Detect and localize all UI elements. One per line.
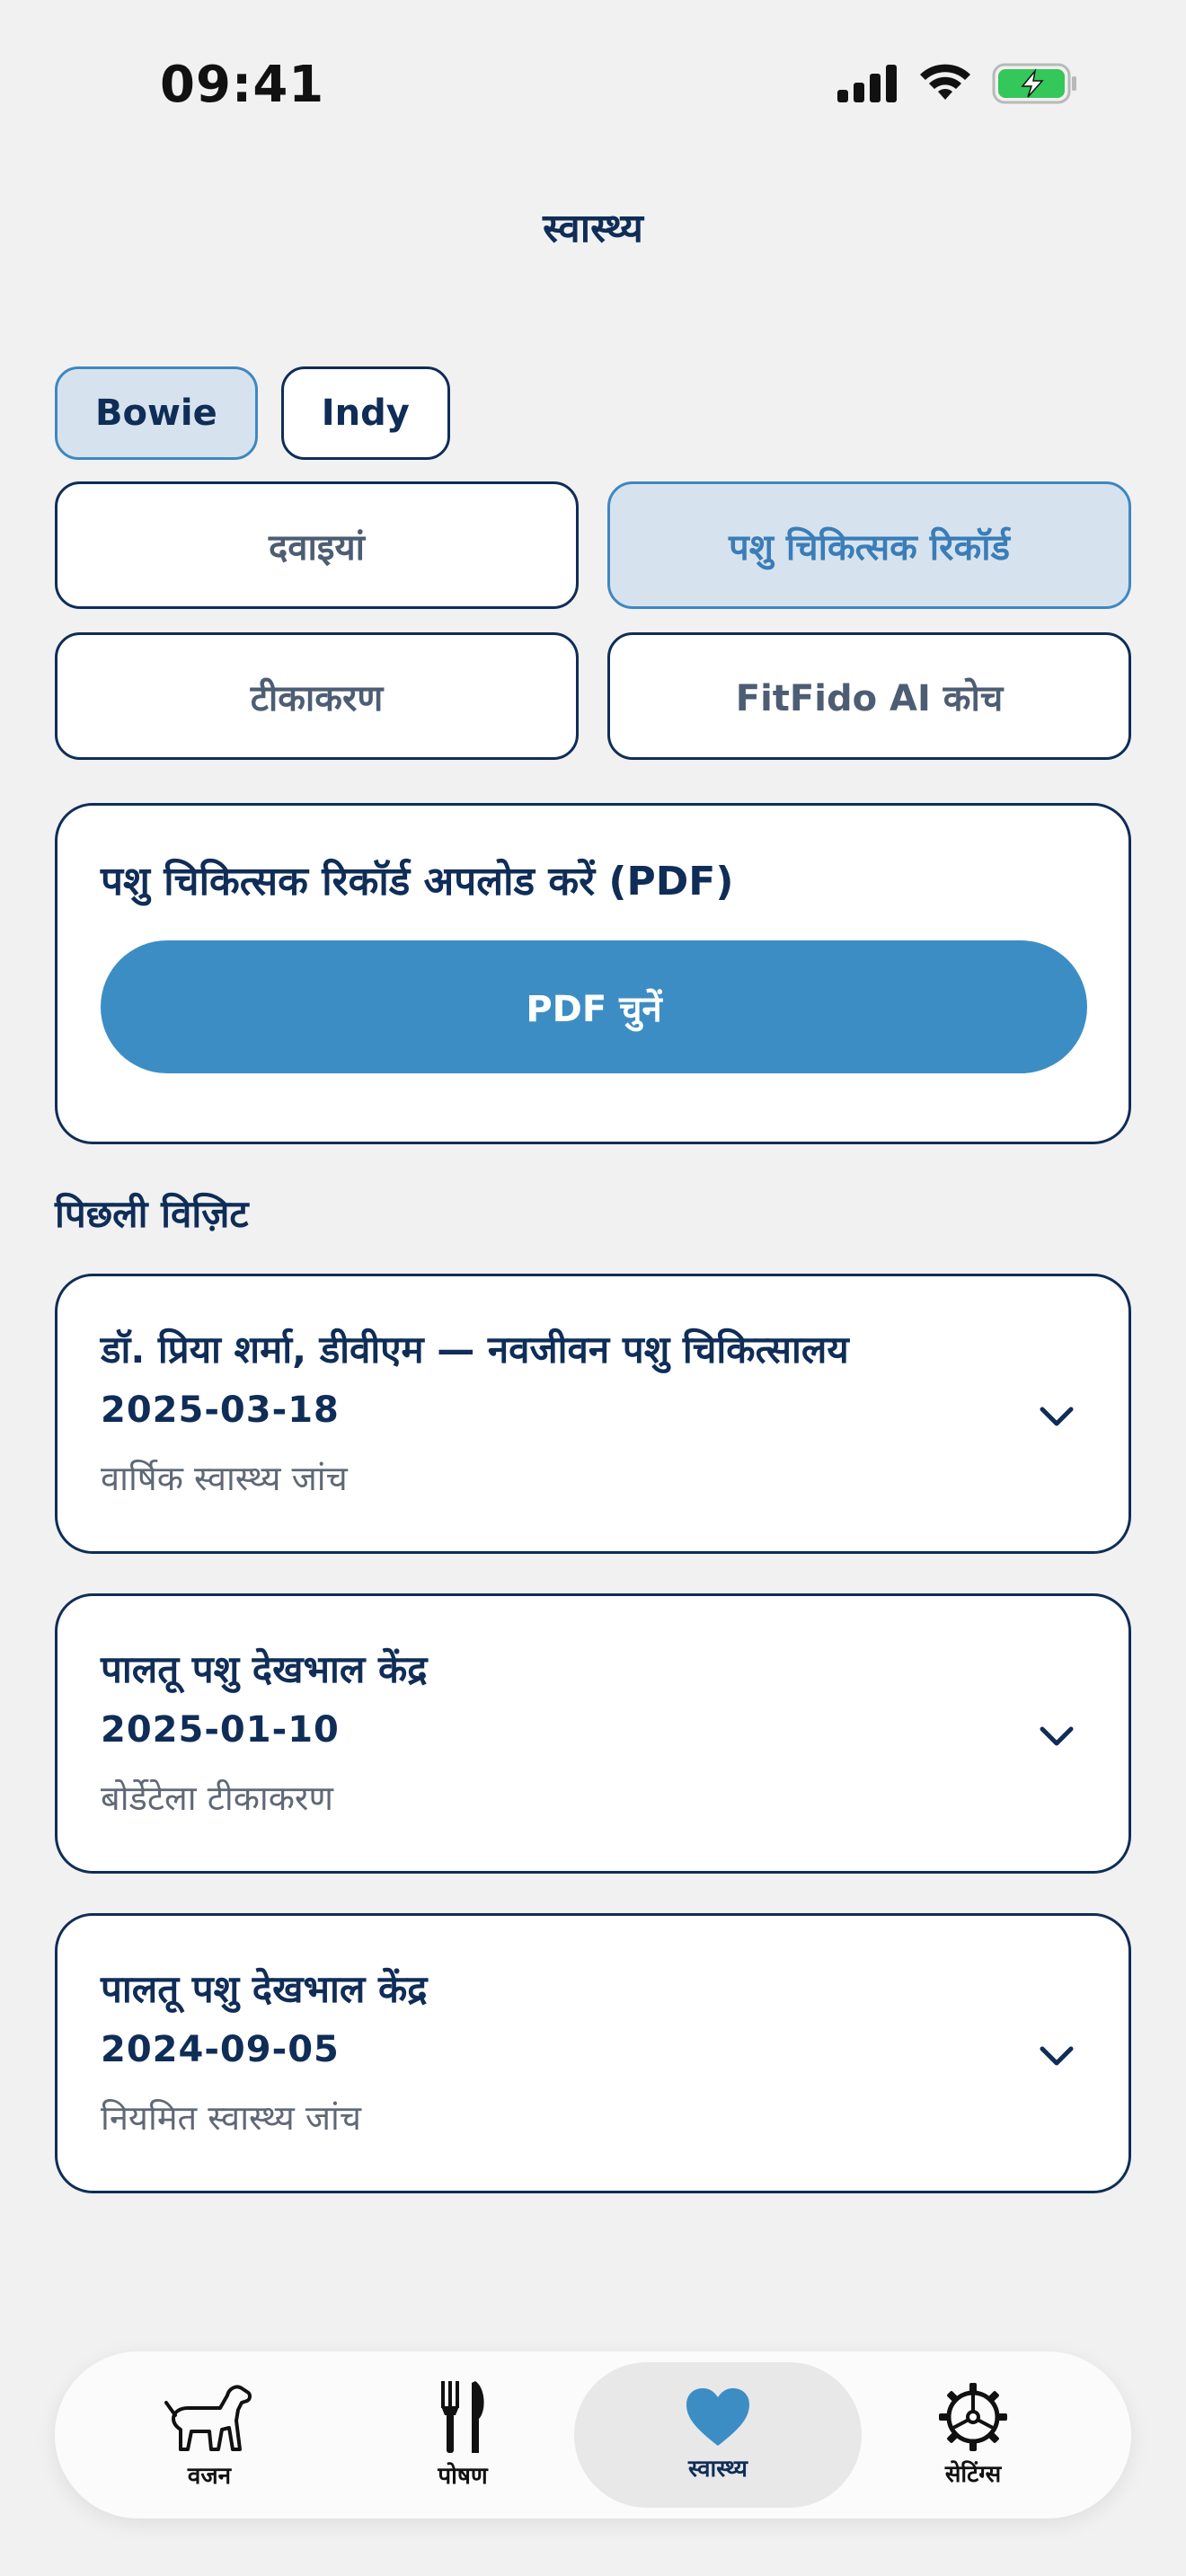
- segment-vet-records[interactable]: पशु चिकित्सक रिकॉर्ड: [607, 481, 1131, 609]
- tab-label: सेटिंग्स: [944, 2461, 1002, 2488]
- tab-nutrition[interactable]: पोषण: [319, 2362, 606, 2508]
- choose-pdf-button[interactable]: PDF चुनें: [101, 940, 1087, 1073]
- visit-description: बोर्डेटेला टीकाकरण: [101, 1778, 333, 1818]
- previous-visits-title: पिछली विज़िट: [55, 1192, 249, 1236]
- segment-medications[interactable]: दवाइयां: [55, 481, 579, 609]
- gear-icon: [939, 2383, 1007, 2451]
- wifi-icon: [920, 64, 970, 100]
- bottom-tab-bar: वजन पोषण स्वास्थ्य सेटिंग्स: [55, 2351, 1131, 2519]
- visit-description: नियमित स्वास्थ्य जांच: [101, 2098, 362, 2138]
- visit-clinic-name: पालतू पशु देखभाल केंद्र: [101, 1967, 428, 2011]
- battery-charging-icon: [992, 63, 1076, 104]
- page-title: स्वास्थ्य: [543, 206, 643, 251]
- tab-settings[interactable]: सेटिंग्स: [829, 2362, 1117, 2508]
- segment-ai-coach[interactable]: FitFido AI कोच: [607, 632, 1131, 760]
- tab-label: वजन: [187, 2463, 232, 2490]
- segment-vaccinations[interactable]: टीकाकरण: [55, 632, 579, 760]
- visit-date: 2025-01-10: [101, 1709, 340, 1751]
- visit-date: 2025-03-18: [101, 1389, 340, 1431]
- chevron-down-icon[interactable]: [1037, 2036, 1076, 2076]
- visit-clinic-name: डॉ. प्रिया शर्मा, डीवीएम — नवजीवन पशु चि…: [101, 1328, 849, 1372]
- fork-knife-icon: [441, 2381, 484, 2453]
- tab-weight[interactable]: वजन: [66, 2362, 353, 2508]
- tab-label: स्वास्थ्य: [687, 2456, 748, 2483]
- visit-card[interactable]: पालतू पशु देखभाल केंद्र 2025-01-10 बोर्ड…: [55, 1593, 1131, 1874]
- visit-card[interactable]: डॉ. प्रिया शर्मा, डीवीएम — नवजीवन पशु चि…: [55, 1274, 1131, 1554]
- heart-icon: [686, 2388, 749, 2446]
- pet-selector: Bowie Indy: [55, 366, 450, 460]
- visit-description: वार्षिक स्वास्थ्य जांच: [101, 1459, 348, 1498]
- cellular-signal-icon: [837, 65, 897, 102]
- chevron-down-icon[interactable]: [1037, 1397, 1076, 1436]
- pet-chip-indy[interactable]: Indy: [280, 366, 450, 460]
- chevron-down-icon[interactable]: [1037, 1716, 1076, 1756]
- dog-icon: [164, 2385, 252, 2451]
- health-screen: 09:41 स्वास्थ्य Bowie Indy दवाइयां पशु च…: [0, 0, 1186, 2576]
- status-icons: [837, 63, 1078, 104]
- visit-clinic-name: पालतू पशु देखभाल केंद्र: [101, 1647, 428, 1691]
- upload-title: पशु चिकित्सक रिकॉर्ड अपलोड करें (PDF): [101, 859, 734, 904]
- tab-health[interactable]: स्वास्थ्य: [574, 2362, 862, 2508]
- visit-card[interactable]: पालतू पशु देखभाल केंद्र 2024-09-05 नियमि…: [55, 1913, 1131, 2193]
- visit-date: 2024-09-05: [101, 2029, 340, 2070]
- upload-card: पशु चिकित्सक रिकॉर्ड अपलोड करें (PDF) PD…: [55, 803, 1131, 1144]
- status-time: 09:41: [160, 56, 325, 114]
- tab-label: पोषण: [438, 2463, 488, 2490]
- pet-chip-bowie[interactable]: Bowie: [55, 366, 258, 460]
- health-segment-grid: दवाइयां पशु चिकित्सक रिकॉर्ड टीकाकरण Fit…: [55, 481, 1131, 760]
